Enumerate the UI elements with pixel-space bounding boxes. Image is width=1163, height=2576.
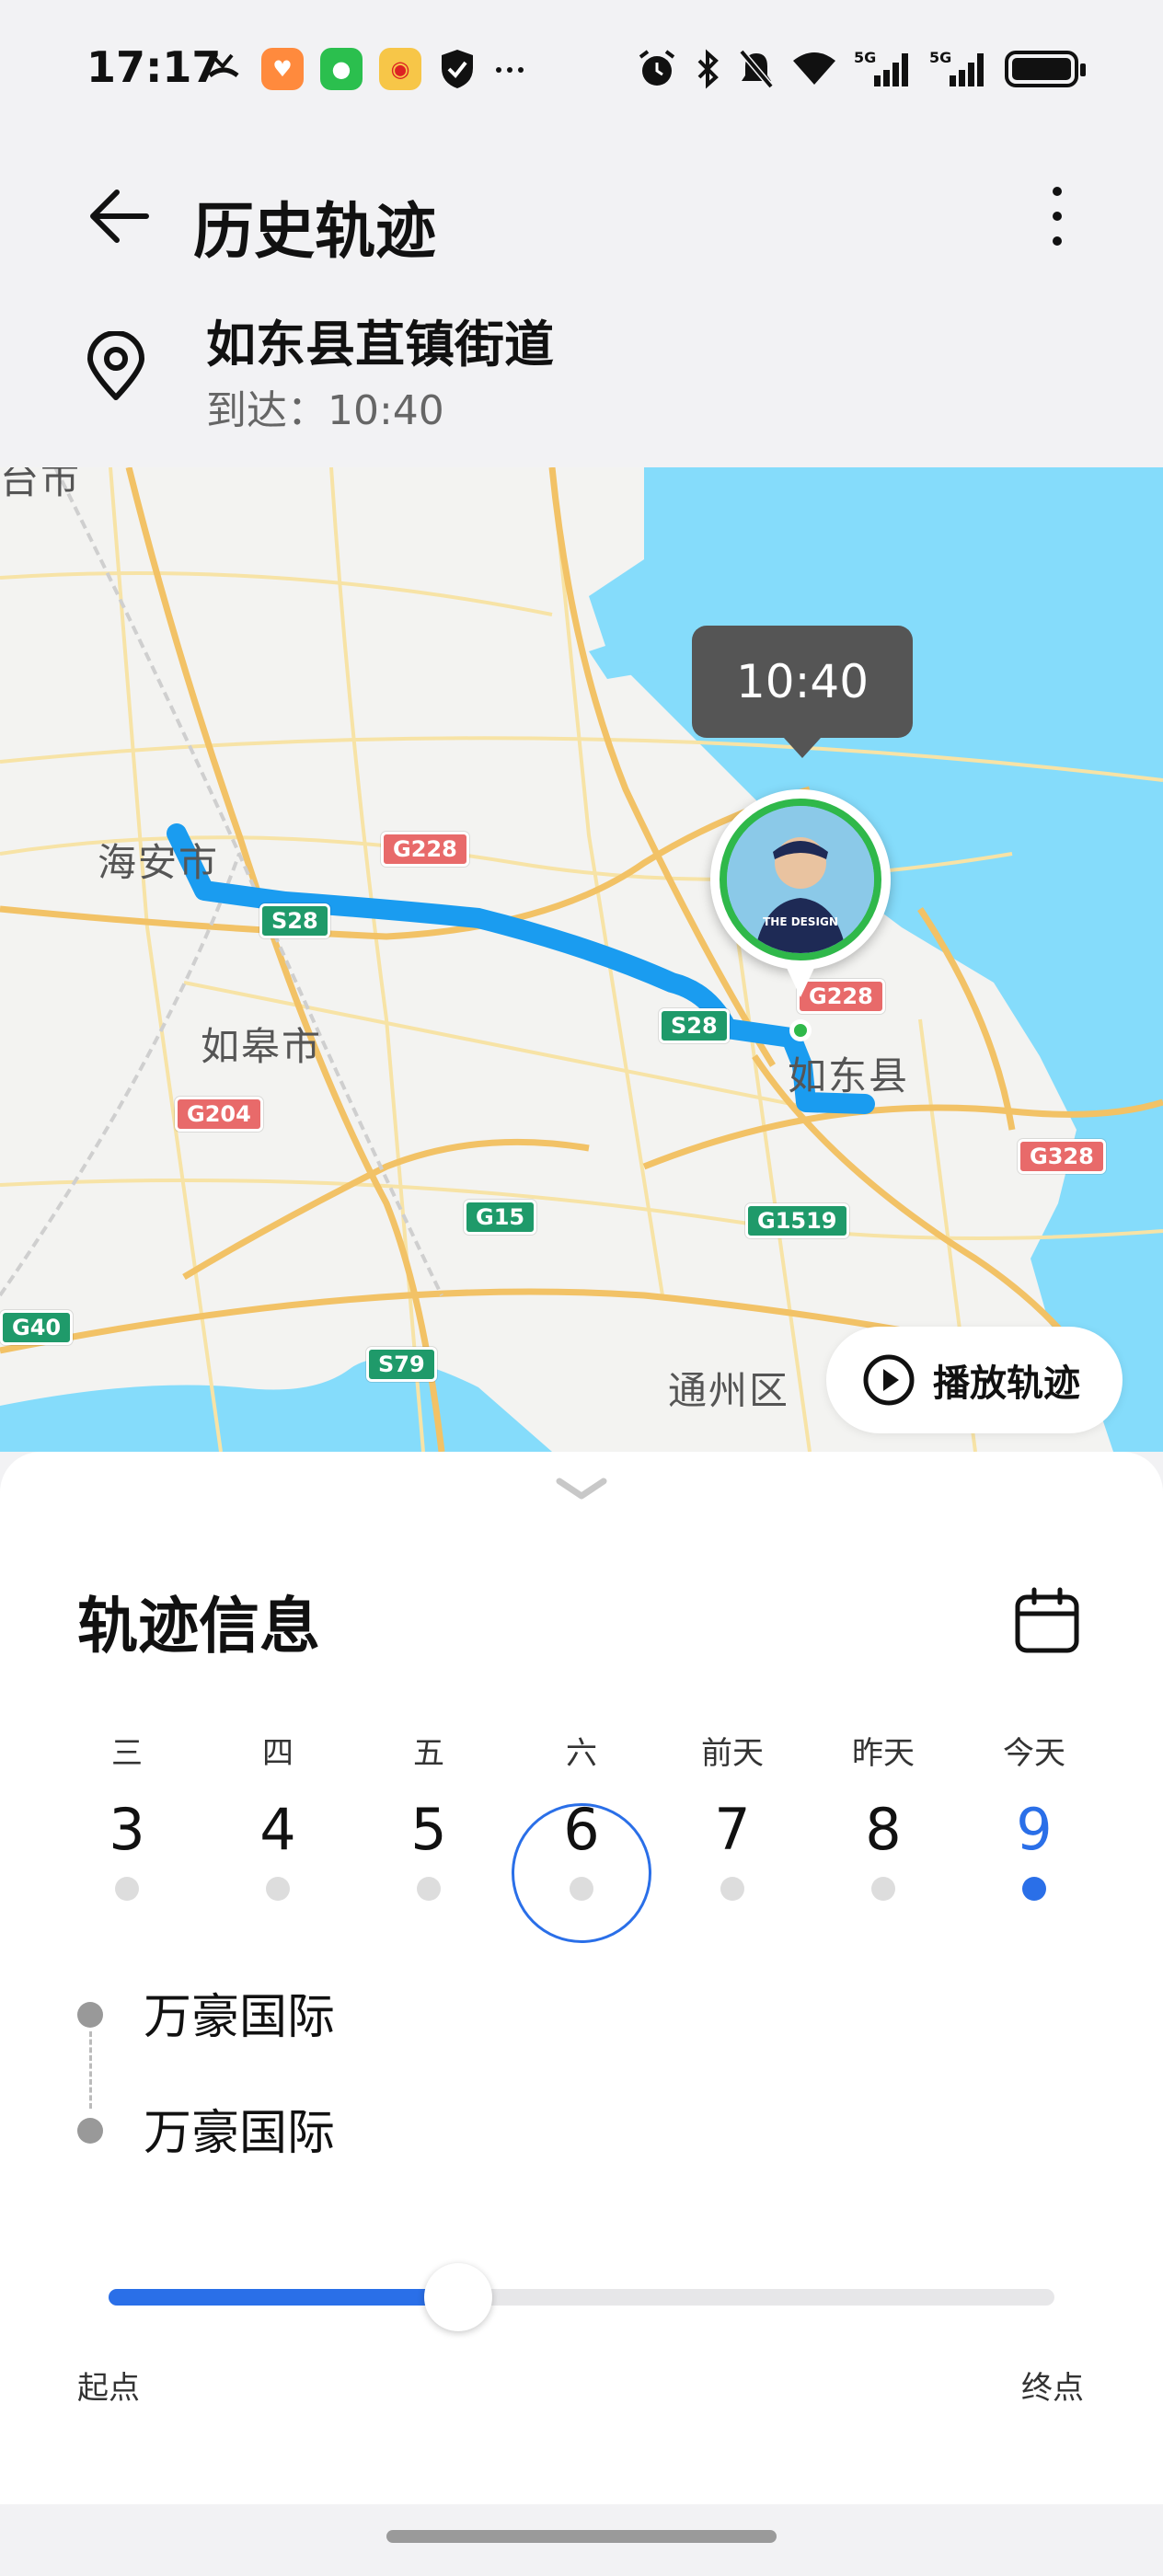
sheet-title: 轨迹信息 [77,1591,320,1662]
day-weekday: 五 [413,1735,444,1772]
day-weekday: 三 [111,1735,143,1772]
timeline-end-place[interactable]: 万豪国际 [144,2094,335,2163]
day-item[interactable]: 三 3 [52,1728,202,1901]
weibo-icon: ◉ [379,48,421,90]
more-options-button[interactable] [1034,175,1080,258]
day-weekday: 昨天 [852,1735,915,1772]
highway-shield: G228 [381,832,469,867]
day-item-today[interactable]: 今天 9 [959,1728,1110,1901]
day-track-dot [720,1877,744,1901]
highway-shield: S28 [659,1008,730,1043]
highway-shield: G15 [464,1200,537,1235]
day-track-dot [871,1877,895,1901]
selected-day-ring [512,1803,651,1943]
map-label-rudong: 如东县 [788,1053,910,1098]
map-label-rugao: 如皋市 [201,1024,323,1069]
progress-start-label: 起点 [77,2370,140,2407]
highway-shield: S79 [366,1347,437,1382]
status-left-icons: ♥ ● ◉ [202,48,526,90]
track-info-sheet: 轨迹信息 三 3 四 4 五 5 六 6 前天 7 昨天 8 今天 9 万豪国际… [0,1452,1163,2504]
time-bubble: 10:40 [692,626,913,758]
day-item[interactable]: 四 4 [202,1728,353,1901]
timeline-connector [89,2031,92,2109]
day-number: 5 [410,1796,447,1863]
day-track-dot [417,1877,441,1901]
status-right-icons: 5G 5G [637,48,1086,90]
highway-shield: G1519 [745,1203,849,1238]
map-base [0,467,1163,1452]
play-track-label: 播放轨迹 [933,1363,1080,1405]
arrow-left-icon [90,190,149,243]
location-pin-icon [87,331,144,400]
day-track-dot [1022,1877,1046,1901]
avatar-marker[interactable]: THE DESIGN [710,789,891,997]
map-label-haian: 海安市 [98,840,220,885]
track-timeline: 万豪国际 万豪国际 [77,1990,1089,2179]
bluetooth-icon [694,48,721,90]
river-area [0,1358,552,1452]
missed-call-icon [202,48,245,90]
heart-app-icon: ♥ [261,48,304,90]
status-bar: 17:17 ♥ ● ◉ 5G 5G [0,0,1163,147]
timeline-end-dot [77,2118,103,2144]
sea-area [589,467,1163,1452]
home-indicator[interactable] [386,2530,777,2543]
day-weekday: 六 [566,1735,597,1772]
progress-fill [109,2289,459,2306]
track-progress-slider[interactable] [109,2263,1054,2331]
day-number: 3 [109,1796,145,1863]
day-number: 7 [714,1796,751,1863]
map-label-tongzhou: 通州区 [668,1368,790,1413]
progress-end-label: 终点 [1021,2370,1084,2407]
alarm-icon [637,48,677,90]
current-position-dot [789,1019,812,1041]
timeline-start-place[interactable]: 万豪国际 [144,1978,335,2047]
highway-shield: G328 [1018,1139,1106,1174]
day-weekday: 四 [262,1735,294,1772]
play-track-button[interactable]: 播放轨迹 [826,1327,1123,1433]
chevron-down-icon[interactable] [554,1472,609,1505]
5g-signal-icon: 5G [854,48,913,90]
highway-shield: G40 [0,1310,74,1345]
status-time: 17:17 [86,42,222,92]
arrival-time: 到达：10:40 [206,387,444,434]
back-button[interactable] [77,175,160,258]
svg-text:5G: 5G [854,49,876,66]
svg-text:THE DESIGN: THE DESIGN [763,915,838,928]
play-icon [863,1354,915,1406]
svg-text:5G: 5G [929,49,951,66]
highway-shield: S28 [259,903,330,938]
day-number: 4 [259,1796,296,1863]
wifi-icon [791,48,837,90]
day-track-dot [266,1877,290,1901]
system-nav-bar [0,2504,1163,2576]
day-item[interactable]: 昨天 8 [808,1728,959,1901]
day-weekday: 今天 [1003,1735,1065,1772]
more-vertical-icon [1053,187,1062,196]
battery-icon [1005,51,1086,87]
timeline-start-dot [77,2002,103,2028]
map-view[interactable]: 台市 海安市 如皋市 如东县 通州区 G228 S28 S28 G228 G20… [0,467,1163,1452]
app-header: 历史轨迹 [0,156,1163,276]
battery-fill [1012,58,1071,80]
day-item[interactable]: 前天 7 [657,1728,808,1901]
avatar: THE DESIGN [720,799,881,960]
location-name: 如东县苴镇街道 [206,316,554,374]
wechat-icon: ● [320,48,363,90]
map-label-top: 台市 [0,467,82,502]
day-item[interactable]: 五 5 [353,1728,504,1901]
5g-signal-icon: 5G [929,48,988,90]
shield-icon [438,48,477,90]
day-number: 9 [1016,1796,1053,1863]
highway-shield: G204 [175,1097,263,1132]
page-title: 历史轨迹 [193,196,436,267]
more-notifications-icon [493,48,526,90]
slider-thumb[interactable] [424,2263,493,2331]
day-number: 8 [865,1796,902,1863]
mute-icon [738,48,775,90]
day-weekday: 前天 [701,1735,764,1772]
current-location: 如东县苴镇街道 到达：10:40 [0,294,1163,434]
day-track-dot [115,1877,139,1901]
calendar-icon[interactable] [1010,1584,1084,1658]
